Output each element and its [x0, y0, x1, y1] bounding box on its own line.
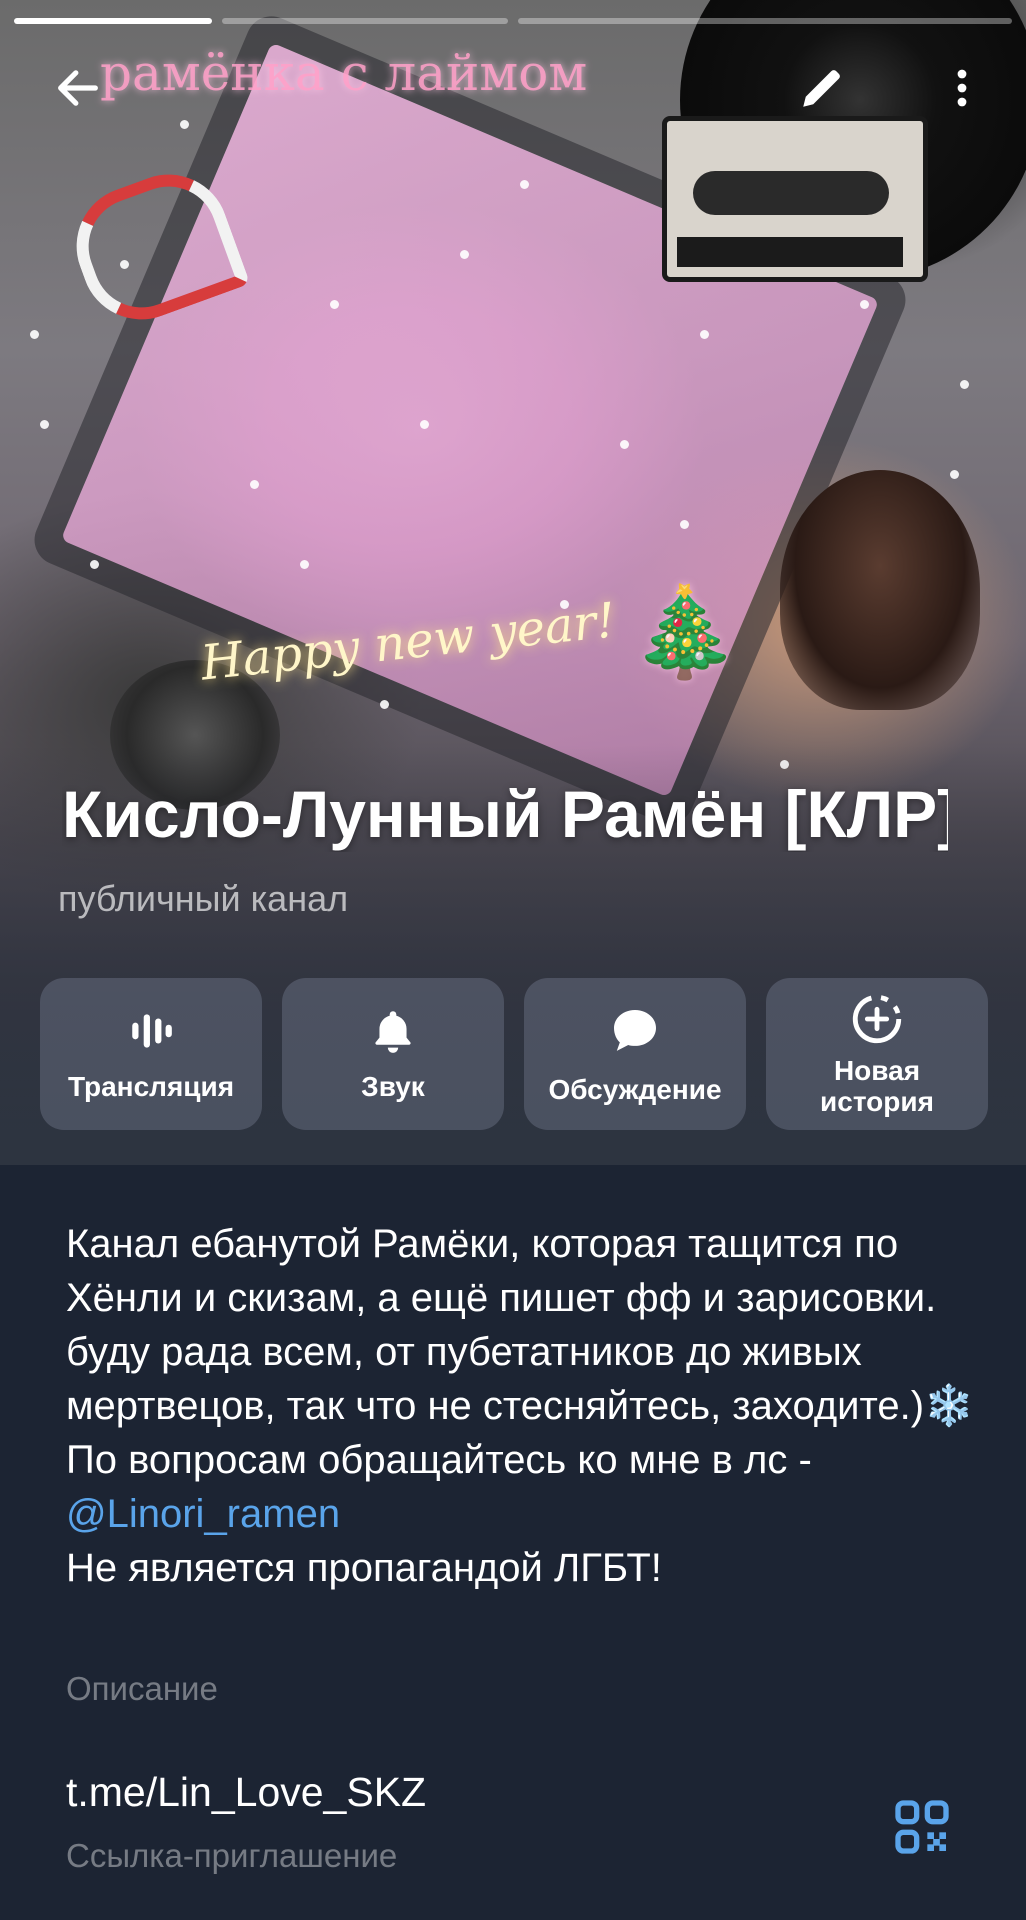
girl-photo-decoration: [780, 470, 980, 710]
story-progress-segment: [14, 18, 212, 24]
bell-icon: [375, 1010, 411, 1053]
new-story-label-text: Новая история: [820, 1055, 934, 1117]
qr-code-icon: [895, 1800, 949, 1854]
new-story-button[interactable]: Новая история: [766, 978, 988, 1130]
invite-link[interactable]: t.me/Lin_Love_SKZ: [66, 1769, 426, 1816]
more-options-button[interactable]: [930, 56, 994, 120]
pencil-icon: [803, 70, 840, 107]
discussion-label: Обсуждение: [548, 1073, 722, 1105]
invite-link-caption: Ссылка-приглашение: [66, 1837, 398, 1874]
sound-label: Звук: [361, 1070, 425, 1102]
story-progress-segment: [518, 18, 1012, 24]
more-vertical-icon: [957, 69, 967, 107]
qr-code-button[interactable]: [890, 1795, 954, 1859]
description-text: Канал ебанутой Рамёки, которая тащится п…: [66, 1222, 974, 1428]
channel-info-section: Канал ебанутой Рамёки, которая тащится п…: [0, 1165, 1026, 1920]
add-story-icon: [852, 995, 902, 1044]
christmas-tree-icon: 🎄: [630, 580, 740, 683]
description-disclaimer: Не является пропагандой ЛГБТ!: [66, 1546, 662, 1590]
contact-username-link[interactable]: @Linori_ramen: [66, 1492, 340, 1536]
live-stream-icon: [132, 1013, 172, 1048]
back-button[interactable]: [46, 56, 110, 120]
cover-decor-title: рамёнка с лаймом: [100, 44, 588, 102]
description-caption: Описание: [66, 1670, 218, 1707]
discussion-button[interactable]: Обсуждение: [524, 978, 746, 1130]
channel-type: публичный канал: [58, 878, 349, 919]
edit-button[interactable]: [790, 56, 854, 120]
new-story-label: Новая история: [820, 1055, 934, 1118]
chat-bubble-icon: [614, 1009, 656, 1051]
story-progress-segment: [222, 18, 508, 24]
arrow-left-icon: [58, 70, 98, 106]
channel-title: Кисло-Лунный Рамён [КЛР]: [62, 777, 948, 851]
live-stream-label: Трансляция: [67, 1070, 235, 1102]
channel-description: Канал ебанутой Рамёки, которая тащится п…: [66, 1217, 976, 1595]
live-stream-button[interactable]: Трансляция: [40, 978, 262, 1130]
cassette-tape-decoration: [662, 116, 928, 282]
action-buttons-row: Трансляция Звук Обсуждение Новая история: [40, 978, 988, 1130]
description-contact-text: По вопросам обращайтесь ко мне в лс -: [66, 1438, 812, 1482]
sound-button[interactable]: Звук: [282, 978, 504, 1130]
